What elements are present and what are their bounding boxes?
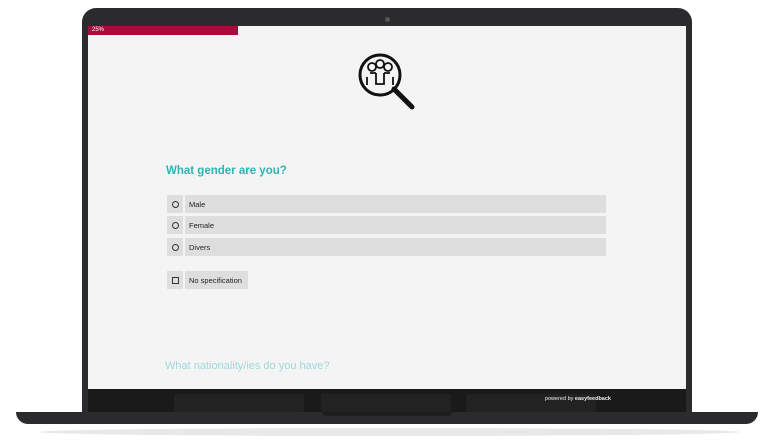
- radio-button[interactable]: [172, 244, 179, 251]
- option-female[interactable]: Female: [167, 216, 606, 234]
- option-label: Female: [189, 221, 215, 230]
- option-male[interactable]: Male: [167, 195, 606, 213]
- radio-button[interactable]: [172, 222, 179, 229]
- option-label: Divers: [189, 243, 211, 252]
- laptop-shadow: [40, 428, 740, 436]
- survey-screen: 25% What gender are you? Male Female Div…: [88, 26, 686, 412]
- footer-key-left: [174, 394, 304, 412]
- brand-name: easyfeedback: [574, 396, 611, 402]
- people-magnifier-icon: [358, 53, 415, 110]
- powered-by[interactable]: powered by easyfeedback: [545, 396, 611, 402]
- camera-dot: [385, 17, 390, 22]
- footer-bar: powered by easyfeedback: [88, 389, 686, 412]
- next-question-title: What nationality/ies do you have?: [165, 360, 330, 372]
- progress-label: 25%: [92, 27, 105, 33]
- option-label: Male: [189, 200, 206, 209]
- progress-bar: 25%: [88, 26, 238, 35]
- laptop-base: [16, 412, 758, 424]
- checkbox[interactable]: [172, 277, 179, 284]
- footer-key-middle: [321, 394, 451, 412]
- option-label: No specification: [189, 276, 242, 285]
- question-title: What gender are you?: [166, 165, 287, 177]
- laptop-notch: [322, 412, 452, 416]
- option-divers[interactable]: Divers: [167, 238, 606, 256]
- radio-button[interactable]: [172, 201, 179, 208]
- option-no-specification[interactable]: No specification: [167, 271, 248, 289]
